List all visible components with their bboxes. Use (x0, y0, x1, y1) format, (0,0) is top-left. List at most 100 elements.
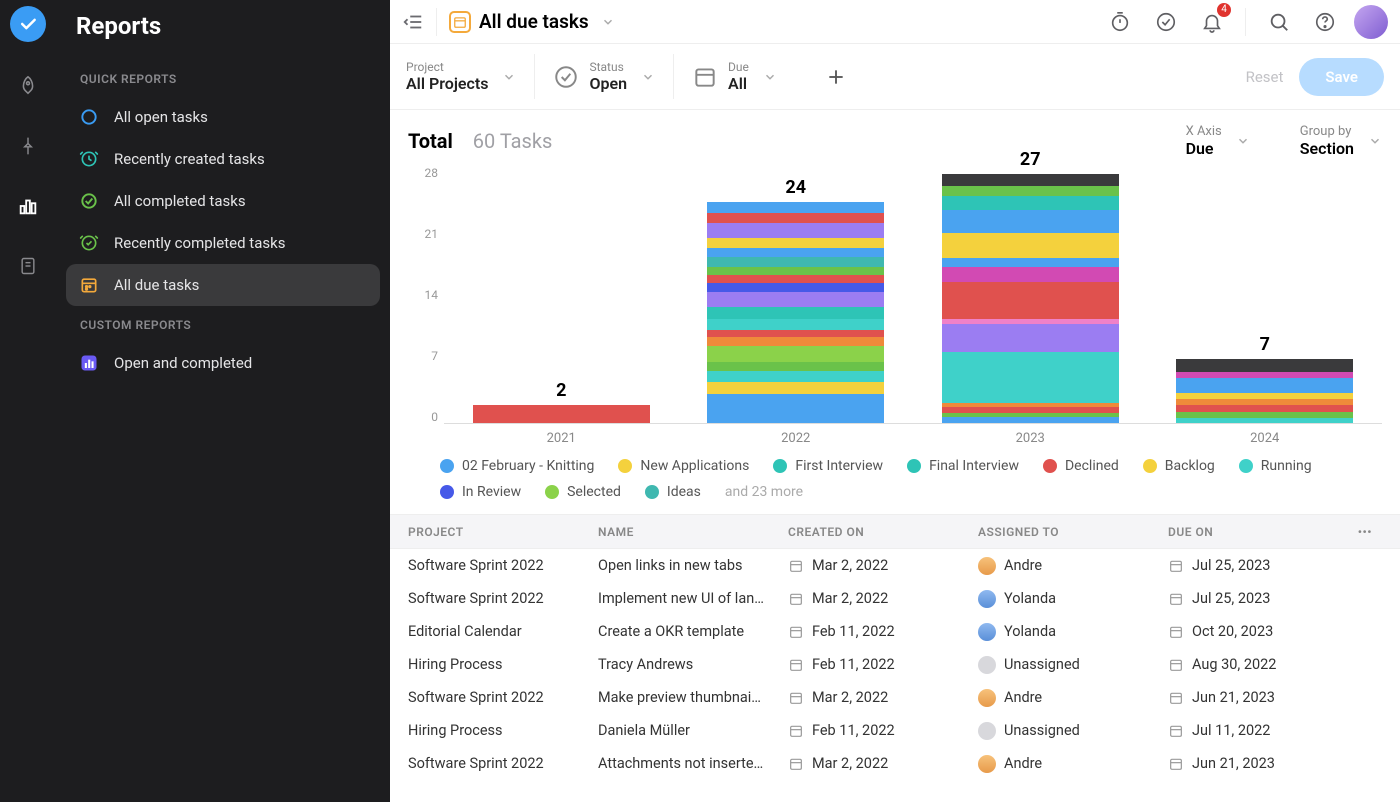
cell-due: Jun 21, 2023 (1168, 689, 1342, 706)
legend-more[interactable]: and 23 more (725, 484, 803, 500)
legend-item[interactable]: Final Interview (907, 458, 1019, 474)
table-row[interactable]: Software Sprint 2022Open links in new ta… (390, 549, 1400, 582)
cell-name: Make preview thumbnai… (598, 689, 788, 706)
collapse-sidebar-button[interactable] (402, 11, 424, 33)
filter-due[interactable]: DueAll (692, 54, 795, 99)
calendar-icon (788, 756, 804, 772)
chart-bar[interactable]: 24 (693, 166, 899, 423)
bar-total-label: 2 (556, 380, 566, 401)
rocket-icon[interactable] (12, 70, 44, 102)
group-by-select[interactable]: Group by Section (1300, 124, 1382, 158)
bar-segment (942, 417, 1119, 423)
th-project[interactable]: PROJECT (408, 525, 598, 539)
bar-segment (707, 307, 884, 319)
legend-swatch (1143, 459, 1157, 473)
cell-created: Feb 11, 2022 (788, 656, 978, 673)
cell-due: Jun 21, 2023 (1168, 755, 1342, 772)
total-label: Total (408, 129, 453, 153)
table-more-button[interactable]: ••• (1342, 525, 1382, 539)
sidebar-item[interactable]: All completed tasks (66, 180, 380, 222)
cell-name: Daniela Müller (598, 722, 788, 739)
bar-segment (707, 213, 884, 223)
table-row[interactable]: Hiring ProcessTracy AndrewsFeb 11, 2022U… (390, 648, 1400, 681)
avatar-icon (978, 590, 996, 608)
bar-segment (942, 282, 1119, 319)
chart-plot: 2 2427 7 (444, 166, 1382, 424)
notifications-button[interactable]: 4 (1195, 5, 1229, 39)
legend-item[interactable]: First Interview (773, 458, 883, 474)
legend-item[interactable]: Running (1239, 458, 1312, 474)
bar-segment (942, 258, 1119, 267)
page-title: All due tasks (479, 10, 589, 33)
table-row[interactable]: Software Sprint 2022Attachments not inse… (390, 747, 1400, 780)
calendar-icon (1168, 624, 1184, 640)
th-due[interactable]: DUE ON (1168, 525, 1342, 539)
table-row[interactable]: Software Sprint 2022Make preview thumbna… (390, 681, 1400, 714)
sidebar-item[interactable]: Recently created tasks (66, 138, 380, 180)
chart-bar[interactable]: 7 (1162, 166, 1368, 423)
calendar-icon (1168, 657, 1184, 673)
bar-segment (707, 257, 884, 267)
bar-segment (1176, 405, 1353, 412)
bar-segment (1176, 359, 1353, 373)
bar-segment (942, 233, 1119, 258)
page-title-group[interactable]: All due tasks (449, 10, 615, 33)
reset-button[interactable]: Reset (1230, 60, 1300, 94)
chart-bar[interactable]: 27 (927, 166, 1133, 423)
user-avatar[interactable] (1354, 5, 1388, 39)
bar-segment (942, 174, 1119, 186)
notification-badge: 4 (1217, 3, 1231, 17)
table-row[interactable]: Software Sprint 2022Implement new UI of … (390, 582, 1400, 615)
legend-item[interactable]: Selected (545, 484, 621, 500)
calendar-icon (78, 274, 100, 296)
sidebar-item[interactable]: All open tasks (66, 96, 380, 138)
bar-segment (707, 223, 884, 238)
bar-segment (707, 275, 884, 283)
legend-item[interactable]: 02 February - Knitting (440, 458, 594, 474)
bar-total-label: 7 (1260, 334, 1270, 355)
legend-item[interactable]: Declined (1043, 458, 1119, 474)
th-name[interactable]: NAME (598, 525, 788, 539)
group-by-label: Group by (1300, 124, 1354, 139)
filter-label: Status (589, 60, 627, 74)
search-button[interactable] (1262, 5, 1296, 39)
bar-segment (707, 248, 884, 257)
sidebar-item[interactable]: Open and completed (66, 342, 380, 384)
add-filter-button[interactable] (819, 60, 853, 94)
cell-due: Jul 25, 2023 (1168, 557, 1342, 574)
filter-project[interactable]: ProjectAll Projects (406, 54, 535, 99)
table-row[interactable]: Hiring ProcessDaniela MüllerFeb 11, 2022… (390, 714, 1400, 747)
table-row[interactable]: Editorial CalendarCreate a OKR templateF… (390, 615, 1400, 648)
cell-name: Create a OKR template (598, 623, 788, 640)
sidebar-item[interactable]: Recently completed tasks (66, 222, 380, 264)
document-icon[interactable] (12, 250, 44, 282)
bar-segment (707, 362, 884, 371)
cell-name: Tracy Andrews (598, 656, 788, 673)
pin-icon[interactable] (12, 130, 44, 162)
legend-label: Ideas (667, 484, 701, 500)
legend-item[interactable]: Backlog (1143, 458, 1215, 474)
sidebar-item[interactable]: All due tasks (66, 264, 380, 306)
chart-bar[interactable]: 2 (458, 166, 664, 423)
legend-label: Selected (567, 484, 621, 500)
legend-label: In Review (462, 484, 521, 500)
reports-icon[interactable] (12, 190, 44, 222)
cell-due: Jul 25, 2023 (1168, 590, 1342, 607)
bar-segment (707, 292, 884, 307)
save-button[interactable]: Save (1299, 58, 1384, 96)
sidebar-item-label: All open tasks (114, 108, 208, 126)
legend-item[interactable]: In Review (440, 484, 521, 500)
app-logo-icon[interactable] (10, 6, 46, 42)
th-created[interactable]: CREATED ON (788, 525, 978, 539)
x-axis-select[interactable]: X Axis Due (1186, 124, 1250, 158)
th-assigned[interactable]: ASSIGNED TO (978, 525, 1168, 539)
help-button[interactable] (1308, 5, 1342, 39)
chevron-down-icon (641, 70, 655, 84)
completed-button[interactable] (1149, 5, 1183, 39)
filter-status[interactable]: StatusOpen (553, 54, 674, 99)
legend-swatch (440, 485, 454, 499)
timer-button[interactable] (1103, 5, 1137, 39)
legend-item[interactable]: New Applications (618, 458, 749, 474)
legend-item[interactable]: Ideas (645, 484, 701, 500)
chart-icon (78, 352, 100, 374)
